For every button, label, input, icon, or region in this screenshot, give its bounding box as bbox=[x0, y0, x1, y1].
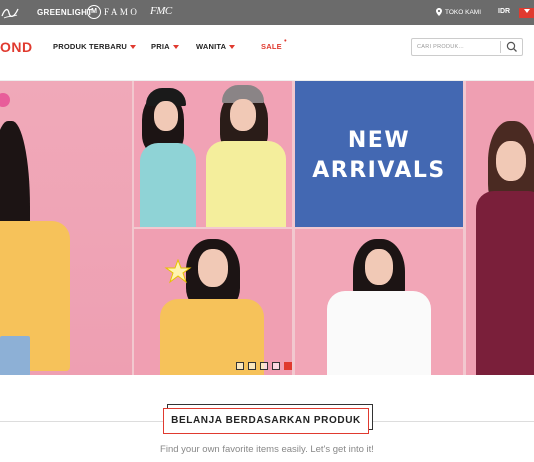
nav-pria[interactable]: PRIA bbox=[151, 42, 179, 51]
divider-right bbox=[373, 421, 534, 422]
carousel-dot-3[interactable] bbox=[260, 362, 268, 370]
nav-wanita[interactable]: WANITA bbox=[196, 42, 236, 51]
hero-carousel[interactable]: NEW ARRIVALS bbox=[0, 81, 534, 375]
store-locator-link[interactable]: TOKO KAMI bbox=[436, 8, 481, 16]
headline-line-1: NEW bbox=[347, 128, 411, 153]
caret-down-icon bbox=[130, 44, 137, 49]
location-pin-icon bbox=[436, 8, 442, 16]
hero-image-right bbox=[466, 81, 534, 375]
section-title-box: BELANJA BERDASARKAN PRODUK bbox=[163, 408, 369, 434]
store-link-label: TOKO KAMI bbox=[445, 8, 481, 16]
search-input[interactable] bbox=[412, 39, 500, 55]
carousel-dot-1[interactable] bbox=[236, 362, 244, 370]
brand-fmc[interactable]: FMC bbox=[150, 5, 172, 17]
brand-script-logo[interactable] bbox=[0, 4, 20, 21]
nav-sale[interactable]: SALE • bbox=[261, 38, 287, 51]
carousel-pagination bbox=[236, 362, 292, 370]
currency-dropdown-button[interactable] bbox=[519, 8, 534, 18]
brand-greenlight[interactable]: GREENLIGHT bbox=[37, 8, 92, 17]
search-icon[interactable] bbox=[504, 41, 520, 53]
brand-bar: GREENLIGHT M FAMO FMC TOKO KAMI IDR bbox=[0, 0, 534, 25]
currency-selector[interactable]: IDR bbox=[498, 8, 510, 15]
caret-down-icon bbox=[172, 44, 179, 49]
carousel-dot-2[interactable] bbox=[248, 362, 256, 370]
carousel-dot-5[interactable] bbox=[284, 362, 292, 370]
search-divider bbox=[500, 41, 501, 53]
nav-produk-terbaru[interactable]: PRODUK TERBARU bbox=[53, 42, 137, 51]
divider-left bbox=[0, 421, 163, 422]
nav-label: PRIA bbox=[151, 42, 170, 51]
famo-logo-icon[interactable]: M bbox=[87, 5, 101, 19]
section-subtitle: Find your own favorite items easily. Let… bbox=[160, 444, 374, 455]
headline-line-2: ARRIVALS bbox=[312, 158, 446, 183]
caret-down-icon bbox=[229, 44, 236, 49]
nav-label: PRODUK TERBARU bbox=[53, 42, 128, 51]
new-arrivals-banner[interactable]: NEW ARRIVALS bbox=[295, 81, 463, 227]
shop-by-product-section: BELANJA BERDASARKAN PRODUK Find your own… bbox=[0, 376, 534, 462]
sale-indicator-icon: • bbox=[284, 38, 287, 45]
site-header: OND PRODUK TERBARU PRIA WANITA SALE • bbox=[0, 25, 534, 81]
chevron-down-icon bbox=[523, 9, 530, 13]
hero-image-left bbox=[0, 81, 132, 375]
nav-label: SALE bbox=[261, 42, 282, 51]
brand-famo[interactable]: FAMO bbox=[104, 7, 139, 17]
search-box bbox=[411, 38, 523, 56]
hero-image-top-1 bbox=[134, 81, 292, 227]
nav-label: WANITA bbox=[196, 42, 227, 51]
site-logo[interactable]: OND bbox=[0, 39, 33, 55]
star-wand-icon bbox=[164, 259, 192, 284]
carousel-dot-4[interactable] bbox=[272, 362, 280, 370]
new-arrivals-headline: NEW ARRIVALS bbox=[295, 126, 463, 186]
hero-image-bottom-1 bbox=[134, 229, 292, 375]
section-title: BELANJA BERDASARKAN PRODUK bbox=[171, 415, 361, 426]
hero-image-bottom-2 bbox=[295, 229, 463, 375]
